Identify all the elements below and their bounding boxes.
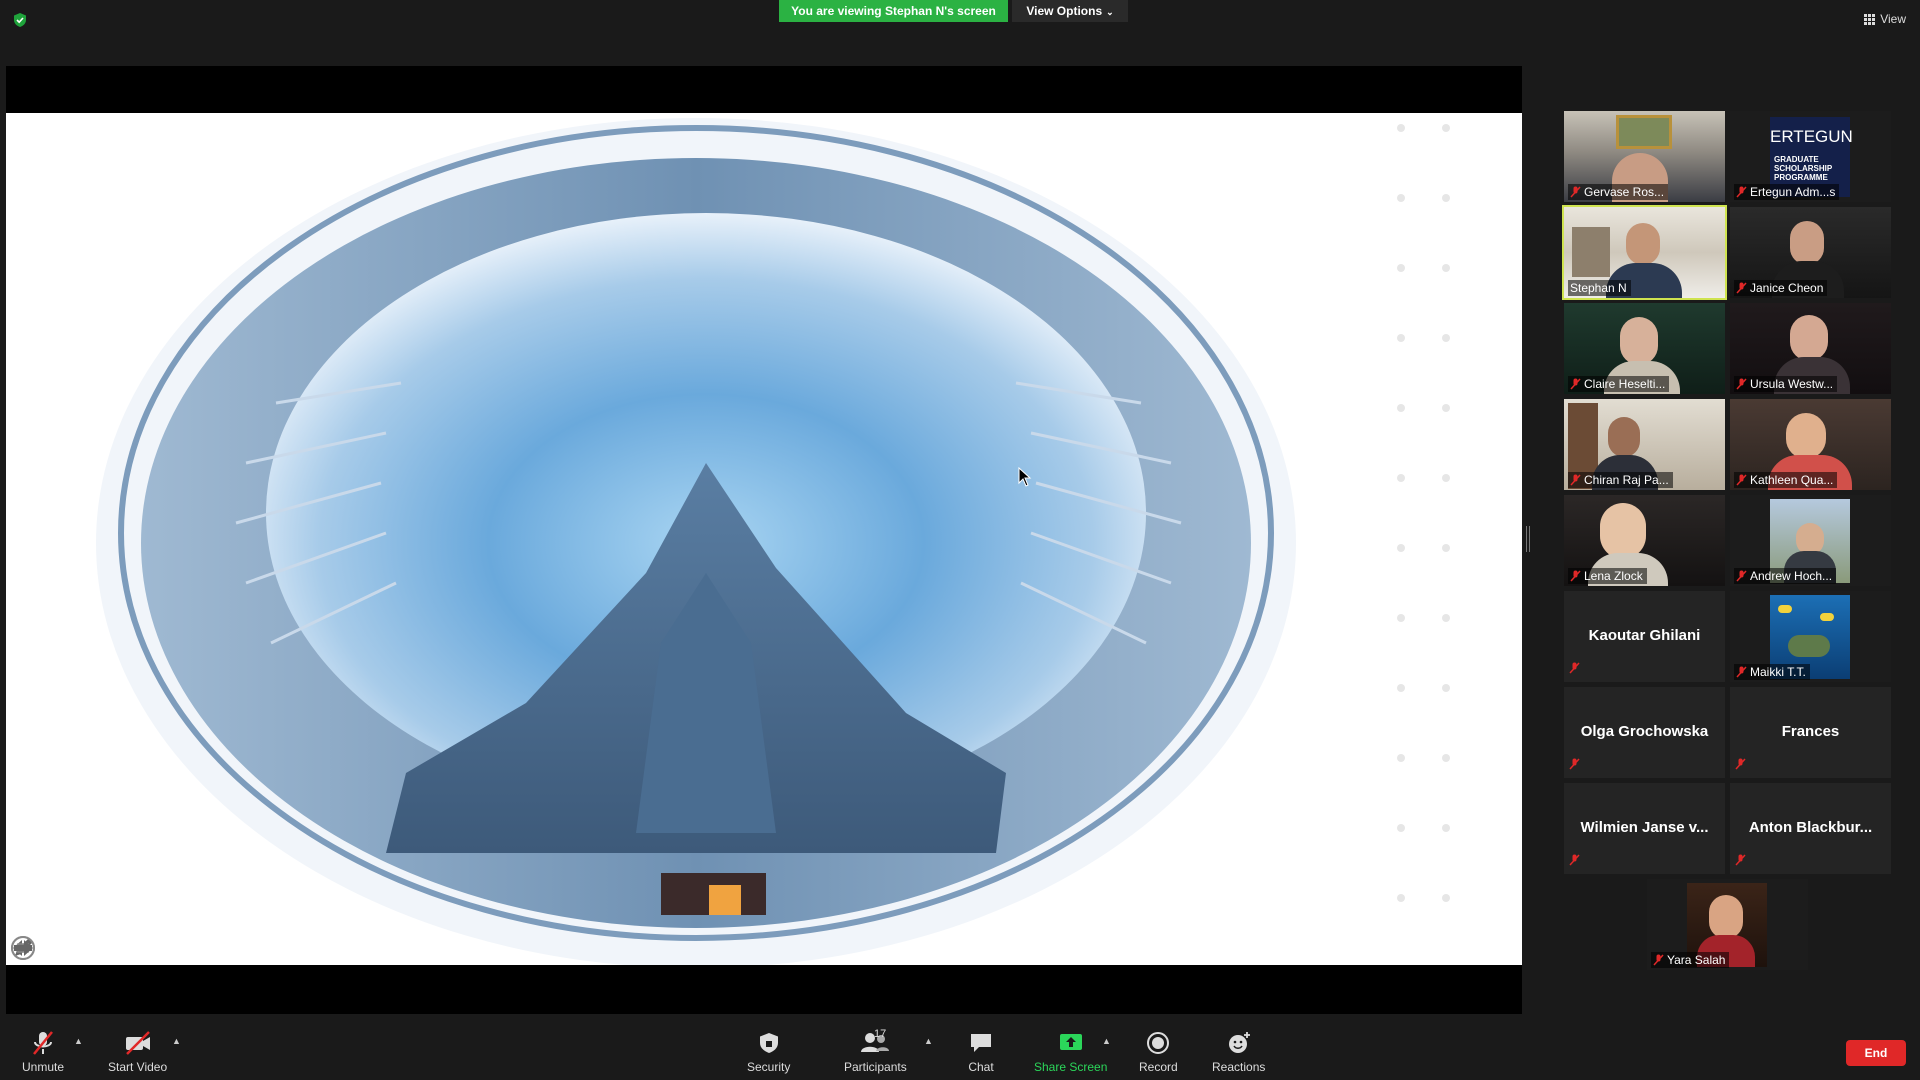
video-options-caret-icon[interactable]: ▲: [172, 1036, 181, 1046]
participant-name-bar: Ertegun Adm...s: [1734, 184, 1840, 200]
ertegun-logo-subtext: GRADUATE SCHOLARSHIP PROGRAMME: [1774, 155, 1833, 182]
participant-tile[interactable]: Yara Salah: [1647, 879, 1808, 970]
mic-muted-icon: [1570, 570, 1581, 582]
participant-name: Frances: [1781, 723, 1840, 740]
participant-tile[interactable]: Anton Blackbur...: [1730, 783, 1891, 874]
end-meeting-button[interactable]: End: [1846, 1040, 1906, 1066]
security-button[interactable]: Security: [747, 1030, 790, 1074]
share-options-caret-icon[interactable]: ▲: [1102, 1036, 1111, 1046]
participant-name-bar: Lena Zlock: [1568, 568, 1647, 584]
meeting-toolbar: Unmute ▲ Start Video ▲ Security Particip…: [0, 1022, 1920, 1080]
participant-name-bar: Janice Cheon: [1734, 280, 1828, 296]
participant-tile[interactable]: Gervase Ros...: [1564, 111, 1725, 202]
top-bar: You are viewing Stephan N's screen View …: [0, 0, 1920, 40]
grid-icon: [1864, 13, 1876, 25]
participant-name-bar: Kathleen Qua...: [1734, 472, 1838, 488]
mic-muted-icon: [1736, 666, 1747, 678]
participant-tile[interactable]: Chiran Raj Pa...: [1564, 399, 1725, 490]
participant-name: Anton Blackbur...: [1748, 819, 1873, 836]
participant-tile[interactable]: ERTEGUN GRADUATE SCHOLARSHIP PROGRAMME E…: [1730, 111, 1891, 202]
participant-name-bar: Maikki T.T.: [1734, 664, 1810, 680]
record-icon: [1147, 1032, 1170, 1054]
arrow-right-icon[interactable]: [10, 935, 36, 961]
participant-name-bar: Andrew Hoch...: [1734, 568, 1837, 584]
mic-muted-icon: [1736, 378, 1747, 390]
microphone-muted-icon: [33, 1031, 53, 1055]
mic-muted-icon: [1736, 570, 1747, 582]
panel-resize-handle[interactable]: [1526, 526, 1530, 552]
record-button[interactable]: Record: [1139, 1030, 1178, 1074]
start-video-button[interactable]: Start Video: [108, 1030, 167, 1074]
chat-button[interactable]: Chat: [968, 1030, 994, 1074]
participant-name-bar: Ursula Westw...: [1734, 376, 1838, 392]
mic-muted-icon: [1736, 186, 1747, 198]
participant-tile[interactable]: Frances: [1730, 687, 1891, 778]
chevron-down-icon: ⌄: [1106, 7, 1114, 17]
participant-tile[interactable]: Ursula Westw...: [1730, 303, 1891, 394]
participant-tile[interactable]: Olga Grochowska: [1564, 687, 1725, 778]
reactions-button[interactable]: Reactions: [1212, 1030, 1265, 1074]
presentation-slide: [6, 113, 1522, 965]
shared-screen[interactable]: [6, 66, 1522, 1014]
participant-tile[interactable]: Janice Cheon: [1730, 207, 1891, 298]
participant-tile[interactable]: Kathleen Qua...: [1730, 399, 1891, 490]
chat-bubble-icon: [971, 1034, 991, 1052]
view-options-button[interactable]: View Options ⌄: [1012, 0, 1128, 22]
view-layout-button[interactable]: View: [1864, 12, 1906, 26]
mic-muted-icon: [1735, 758, 1746, 770]
participant-name-bar: Yara Salah: [1651, 952, 1730, 968]
participants-button[interactable]: Participants 17: [844, 1028, 907, 1074]
video-camera-off-icon: [125, 1031, 150, 1055]
shield-icon[interactable]: [12, 12, 28, 28]
mic-muted-icon: [1570, 474, 1581, 486]
participant-name: Kaoutar Ghilani: [1588, 627, 1701, 644]
mic-muted-icon: [1569, 854, 1580, 866]
mic-muted-icon: [1569, 758, 1580, 770]
participant-name-bar: Claire Heselti...: [1568, 376, 1670, 392]
participant-tile[interactable]: Andrew Hoch...: [1730, 495, 1891, 586]
mic-muted-icon: [1735, 854, 1746, 866]
participant-name-bar: Gervase Ros...: [1568, 184, 1669, 200]
participant-tile[interactable]: Lena Zlock: [1564, 495, 1725, 586]
view-label: View: [1880, 12, 1906, 26]
mic-muted-icon: [1653, 954, 1664, 966]
share-screen-icon: [1059, 1034, 1082, 1050]
participant-name: Olga Grochowska: [1580, 723, 1709, 740]
audio-options-caret-icon[interactable]: ▲: [74, 1036, 83, 1046]
mouse-cursor-icon: [1018, 467, 1032, 487]
participant-name: Wilmien Janse v...: [1580, 819, 1709, 836]
smiley-reaction-icon: [1228, 1032, 1250, 1053]
security-shield-icon: [759, 1033, 778, 1053]
mic-muted-icon: [1569, 662, 1580, 674]
participant-tile[interactable]: Wilmien Janse v...: [1564, 783, 1725, 874]
participant-tile-active-speaker[interactable]: Stephan N: [1562, 205, 1727, 300]
unmute-button[interactable]: Unmute: [22, 1030, 64, 1074]
view-options-label: View Options: [1026, 4, 1103, 18]
share-screen-button[interactable]: Share Screen: [1034, 1030, 1107, 1074]
mic-muted-icon: [1570, 378, 1581, 390]
participant-name-bar: Stephan N: [1568, 280, 1631, 296]
participants-count: 17: [874, 1028, 887, 1040]
viewing-screen-banner: You are viewing Stephan N's screen: [779, 0, 1008, 22]
participant-name-bar: Chiran Raj Pa...: [1568, 472, 1673, 488]
participants-options-caret-icon[interactable]: ▲: [924, 1036, 933, 1046]
ertegun-logo-text: ERTEGUN: [1770, 127, 1853, 146]
mic-muted-icon: [1736, 474, 1747, 486]
hallgrimskirkja-fisheye-image: [6, 113, 1522, 965]
participant-tile[interactable]: Maikki T.T.: [1730, 591, 1891, 682]
participant-tile[interactable]: Kaoutar Ghilani: [1564, 591, 1725, 682]
mic-muted-icon: [1570, 186, 1581, 198]
mic-muted-icon: [1736, 282, 1747, 294]
participant-tile[interactable]: Claire Heselti...: [1564, 303, 1725, 394]
